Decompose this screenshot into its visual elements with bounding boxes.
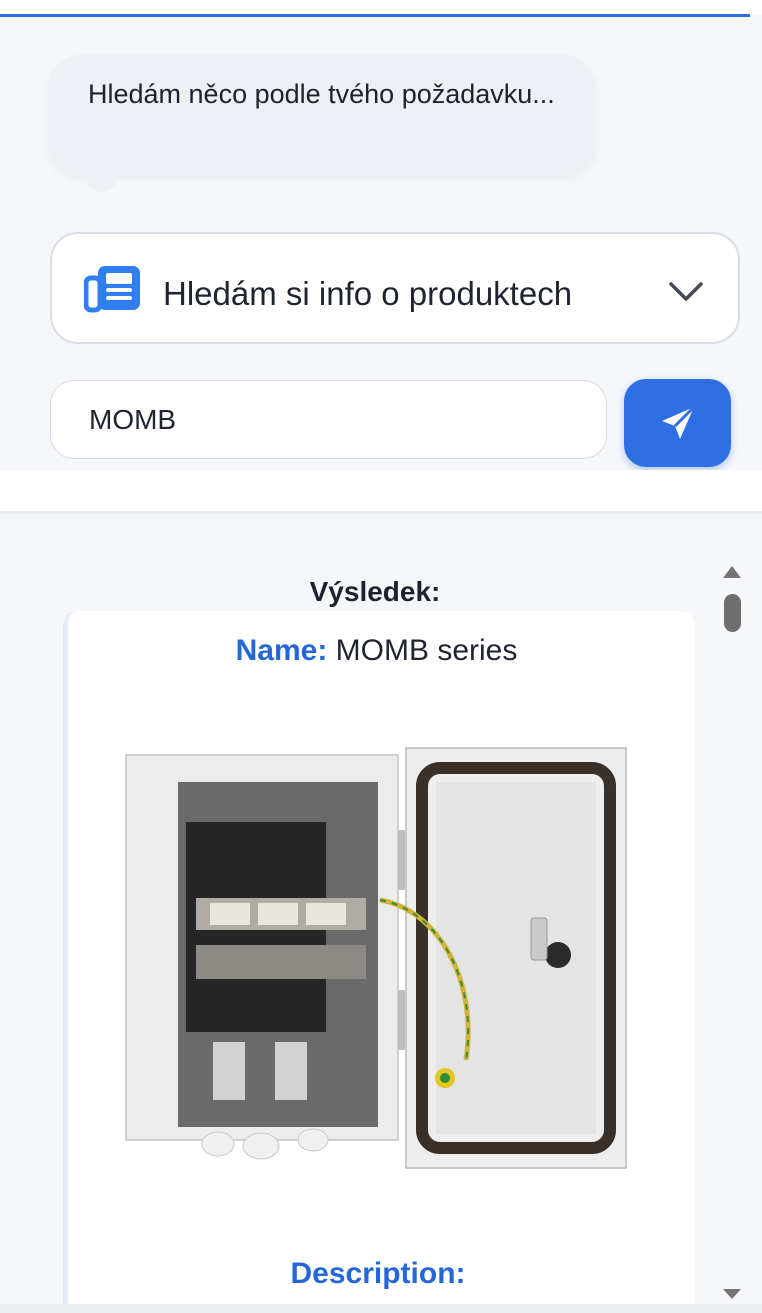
- description-label: Description:: [290, 1257, 466, 1290]
- product-name-line: Name: MOMB series: [0, 634, 753, 668]
- search-input[interactable]: [50, 380, 607, 459]
- product-name-key: Name:: [235, 634, 328, 667]
- divider: [0, 511, 762, 514]
- section-separator: [0, 470, 762, 512]
- scroll-down-arrow-icon[interactable]: [722, 1288, 742, 1300]
- mode-select-label: Hledám si info o produktech: [163, 275, 573, 312]
- newspaper-icon: [84, 266, 140, 313]
- assistant-message-bubble: [48, 55, 596, 175]
- result-title: Výsledek:: [309, 576, 441, 607]
- product-name-value: MOMB series: [335, 634, 518, 667]
- send-button[interactable]: [624, 379, 731, 467]
- top-accent-line: [0, 14, 750, 17]
- assistant-message-text: Hledám něco podle tvého požadavku...: [88, 79, 555, 109]
- scrollbar-thumb[interactable]: [724, 594, 741, 632]
- scroll-up-arrow-icon[interactable]: [722, 565, 742, 579]
- product-image: [125, 747, 627, 1169]
- paper-plane-icon: [661, 405, 695, 439]
- chevron-down-icon: [669, 282, 703, 301]
- bottom-strip: [0, 1304, 762, 1313]
- top-bar: [0, 0, 762, 14]
- bubble-tail: [85, 170, 117, 192]
